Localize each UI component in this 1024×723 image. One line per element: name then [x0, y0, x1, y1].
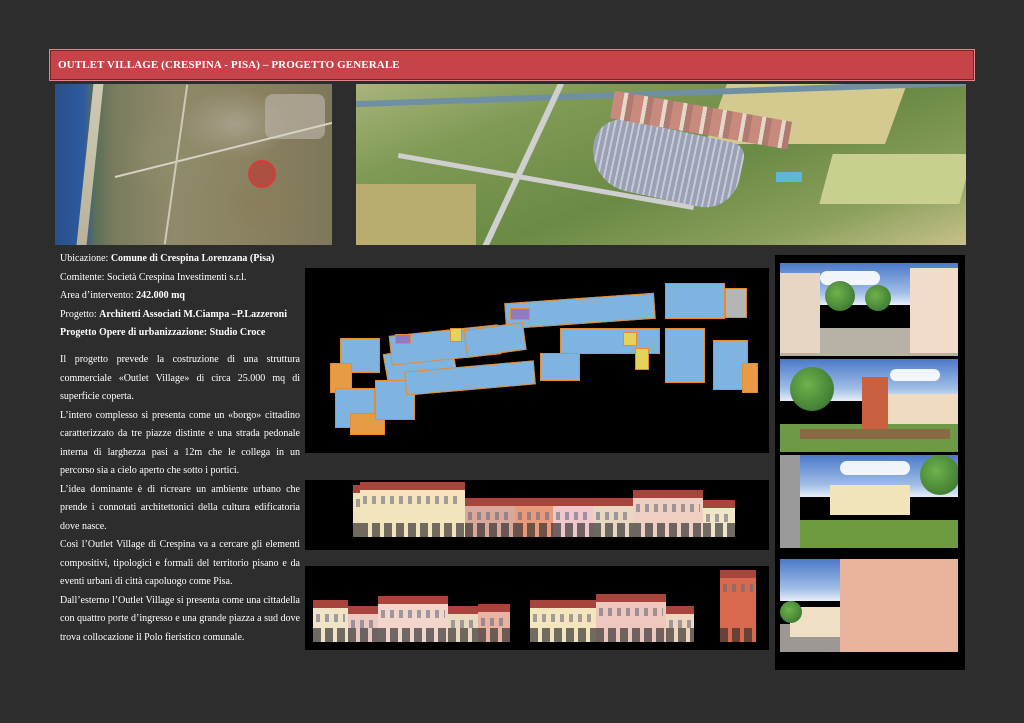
render-thumbnail	[780, 559, 958, 652]
paragraph: Così l’Outlet Village di Crespina va a c…	[60, 539, 300, 587]
render-thumbnail	[780, 263, 958, 356]
elevation-building	[530, 600, 596, 642]
elevation-building	[378, 596, 448, 642]
location-marker	[248, 160, 276, 188]
plan-block	[623, 332, 637, 346]
road-line	[114, 120, 332, 178]
info-area: Area d’intervento: 242.000 mq	[60, 290, 185, 301]
plan-block	[510, 308, 530, 320]
render-thumbnail	[780, 359, 958, 452]
paragraph: L’intero complesso si presenta come un «…	[60, 409, 300, 477]
coastline	[76, 84, 104, 245]
plan-block	[665, 283, 725, 319]
plan-block	[395, 334, 411, 344]
info-project: Progetto: Architetti Associati M.Ciampa …	[60, 308, 288, 320]
elevation-building	[593, 498, 633, 537]
plan-block	[725, 288, 747, 318]
paragraph: L’idea dominante è di ricreare un ambien…	[60, 483, 300, 532]
elevation-drawing-north	[305, 566, 769, 650]
elevation-building	[313, 600, 348, 642]
aerial-render-image	[356, 84, 966, 245]
elevation-building	[666, 606, 694, 642]
elevation-building	[596, 594, 666, 642]
info-client: Comitente: Società Crespina Investimenti…	[60, 271, 247, 283]
site-plan-drawing	[305, 268, 769, 453]
elevation-building	[478, 604, 510, 642]
info-urbanization: Progetto Opere di urbanizzazione: Studio…	[60, 327, 266, 338]
elevation-building	[515, 498, 553, 537]
elevation-building	[448, 606, 478, 642]
description-text: Il progetto prevede la costruzione di un…	[60, 351, 300, 647]
elevation-building	[348, 606, 378, 642]
elevation-building	[465, 498, 515, 537]
render-thumbnail	[780, 455, 958, 548]
page: OUTLET VILLAGE (CRESPINA - PISA) – PROGE…	[0, 0, 1024, 723]
page-title: OUTLET VILLAGE (CRESPINA - PISA) – PROGE…	[58, 59, 400, 71]
info-location: Ubicazione: Comune di Crespina Lorenzana…	[60, 253, 275, 264]
elevation-tower	[720, 570, 756, 642]
plan-block	[742, 363, 758, 393]
elevation-building	[633, 490, 703, 537]
elevation-building	[553, 498, 593, 537]
project-info: Ubicazione: Comune di Crespina Lorenzana…	[60, 250, 300, 343]
highway	[474, 84, 564, 245]
title-bar: OUTLET VILLAGE (CRESPINA - PISA) – PROGE…	[49, 49, 975, 81]
plan-block	[450, 328, 462, 342]
satellite-map-image	[55, 84, 332, 245]
plan-block	[635, 348, 649, 370]
render-gallery	[775, 255, 965, 670]
plan-block	[665, 328, 705, 383]
paragraph: Il progetto prevede la costruzione di un…	[60, 354, 300, 402]
field	[819, 154, 966, 204]
elevation-building	[703, 500, 735, 537]
paragraph: Dall’esterno l’Outlet Village si present…	[60, 594, 300, 643]
field	[356, 184, 476, 245]
elevation-building	[360, 482, 465, 537]
pool	[776, 172, 802, 182]
elevation-drawing-south	[305, 480, 769, 550]
plan-block	[540, 353, 580, 381]
